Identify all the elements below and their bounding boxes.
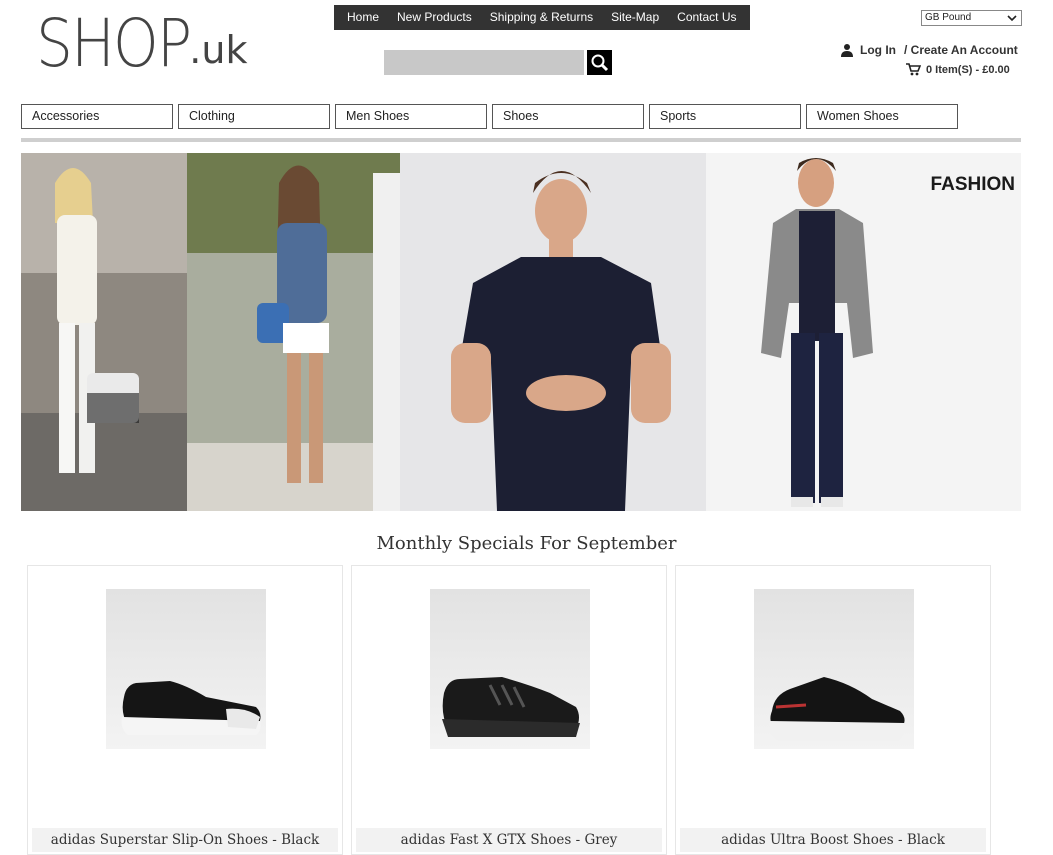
product-name[interactable]: adidas Superstar Slip-On Shoes - Black [32, 828, 338, 852]
shoe-image [769, 677, 905, 741]
banner-fashion-text: FASHION [931, 174, 1015, 195]
cart-summary-text: 0 Item(S) - £0.00 [926, 63, 1010, 76]
search-icon [591, 54, 608, 71]
nav-site-map-link[interactable]: Site-Map [602, 5, 668, 30]
category-accessories[interactable]: Accessories [21, 104, 173, 129]
category-shoes[interactable]: Shoes [492, 104, 644, 129]
product-name[interactable]: adidas Ultra Boost Shoes - Black [680, 828, 986, 852]
banner-image: FASHION [21, 153, 1021, 511]
divider-bar [21, 138, 1021, 142]
product-image[interactable] [754, 589, 914, 749]
category-women-shoes[interactable]: Women Shoes [806, 104, 958, 129]
nav-contact-us-link[interactable]: Contact Us [668, 5, 745, 30]
nav-new-products-link[interactable]: New Products [388, 5, 481, 30]
currency-selected-value: GB Pound [925, 12, 972, 23]
product-card-ultra-boost[interactable]: adidas Ultra Boost Shoes - Black [675, 565, 991, 855]
cart-icon [906, 63, 921, 76]
chevron-down-icon [1007, 15, 1017, 22]
product-image[interactable] [106, 589, 266, 749]
nav-home-link[interactable]: Home [338, 5, 388, 30]
top-navigation: Home New Products Shipping & Returns Sit… [334, 5, 750, 30]
fashion-banner[interactable]: FASHION [21, 153, 1021, 511]
logo-suffix-text: .uk [189, 28, 248, 72]
logo-main-text: SHOP [36, 5, 192, 82]
category-men-shoes[interactable]: Men Shoes [335, 104, 487, 129]
login-link[interactable]: Log In [860, 43, 896, 57]
product-card-fast-x-gtx[interactable]: adidas Fast X GTX Shoes - Grey [351, 565, 667, 855]
category-clothing[interactable]: Clothing [178, 104, 330, 129]
shoe-image [442, 677, 580, 737]
shop-logo[interactable]: SHOP .uk [36, 8, 247, 80]
currency-select[interactable]: GB Pound [921, 10, 1022, 26]
product-name[interactable]: adidas Fast X GTX Shoes - Grey [356, 828, 662, 852]
search-input[interactable] [384, 50, 584, 75]
shoe-image [121, 681, 261, 735]
category-tabs: Accessories Clothing Men Shoes Shoes Spo… [21, 104, 958, 129]
specials-heading: Monthly Specials For September [376, 533, 677, 554]
account-area: Log In / Create An Account [840, 43, 1018, 57]
search-button[interactable] [587, 50, 612, 75]
cart-summary[interactable]: 0 Item(S) - £0.00 [906, 63, 1010, 76]
create-account-link[interactable]: / Create An Account [904, 43, 1018, 57]
product-card-superstar[interactable]: adidas Superstar Slip-On Shoes - Black [27, 565, 343, 855]
nav-shipping-returns-link[interactable]: Shipping & Returns [481, 5, 602, 30]
category-sports[interactable]: Sports [649, 104, 801, 129]
product-image[interactable] [430, 589, 590, 749]
user-icon [841, 44, 853, 57]
